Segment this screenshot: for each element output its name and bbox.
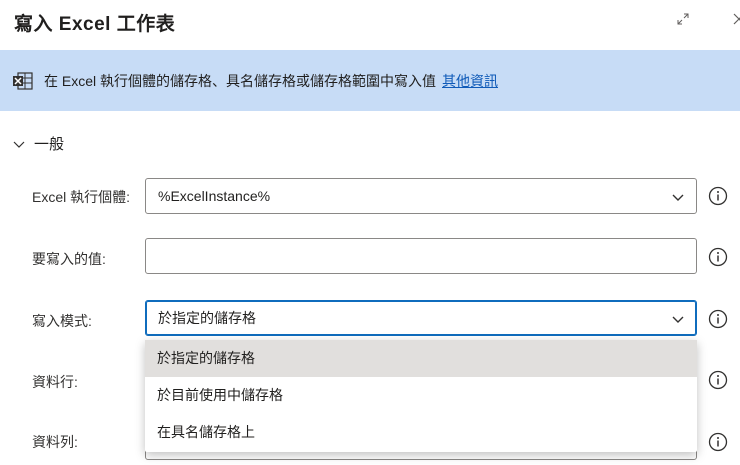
write-mode-dropdown-list: 於指定的儲存格 於目前使用中儲存格 在具名儲存格上 [145,340,697,452]
excel-instance-label: Excel 執行個體: [32,189,131,205]
chevron-down-icon [672,316,684,323]
excel-instance-value: %ExcelInstance% [158,188,271,204]
info-icon[interactable] [708,432,728,452]
value-to-write-label: 要寫入的值: [32,251,106,267]
info-icon[interactable] [708,309,728,329]
write-mode-value: 於指定的儲存格 [158,310,256,326]
write-mode-option[interactable]: 於指定的儲存格 [145,340,697,377]
more-info-link[interactable]: 其他資訊 [442,71,498,91]
expand-icon [677,13,689,25]
write-mode-option[interactable]: 在具名儲存格上 [145,414,697,451]
expand-button[interactable] [670,6,696,32]
write-mode-select[interactable]: 於指定的儲存格 [145,300,697,336]
banner-text: 在 Excel 執行個體的儲存格、具名儲存格或儲存格範圍中寫入值 [44,72,437,89]
column-label: 資料行: [32,374,78,390]
write-mode-label: 寫入模式: [32,313,92,329]
info-icon[interactable] [708,370,728,390]
info-icon[interactable] [708,186,728,206]
info-banner: 在 Excel 執行個體的儲存格、具名儲存格或儲存格範圍中寫入值 其他資訊 [0,50,740,111]
close-icon [733,13,740,25]
dialog-title: 寫入 Excel 工作表 [14,14,176,35]
excel-table-icon [13,71,33,90]
info-icon[interactable] [708,247,728,267]
excel-instance-select[interactable]: %ExcelInstance% [145,178,697,214]
chevron-down-icon [672,194,684,201]
value-to-write-input[interactable] [145,238,697,274]
close-button[interactable] [726,6,740,32]
chevron-down-icon [13,141,25,148]
row-label: 資料列: [32,434,78,450]
section-general-toggle[interactable]: 一般 [12,133,64,154]
write-mode-option[interactable]: 於目前使用中儲存格 [145,377,697,414]
section-general-label: 一般 [34,136,65,153]
